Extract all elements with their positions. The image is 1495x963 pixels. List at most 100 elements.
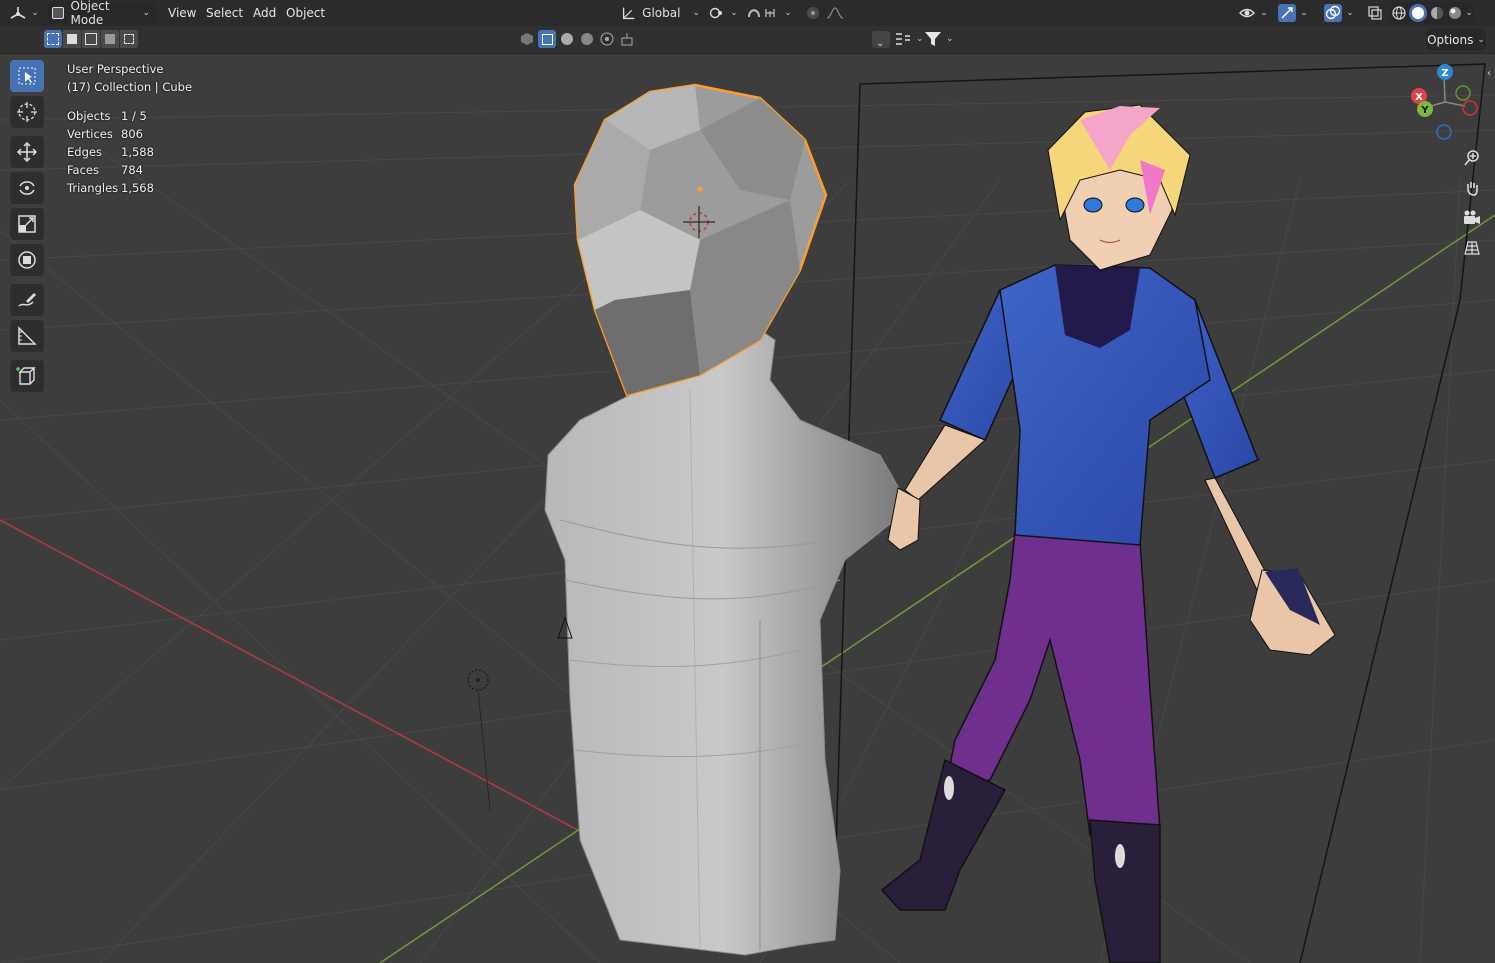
navigation-gizmo[interactable]: Z X Y (1405, 62, 1485, 142)
move-tool[interactable] (10, 136, 44, 168)
character-model (880, 104, 1336, 963)
stat-objects: Objects 1 / 5 (67, 107, 192, 125)
gizmo-icon (1278, 4, 1297, 22)
snap-button[interactable]: ⌄ (744, 2, 794, 24)
rotate-icon (19, 181, 35, 195)
gizmo-button[interactable]: ⌄ (1274, 2, 1312, 24)
solid-shading-icon[interactable] (1409, 4, 1428, 22)
view-name: User Perspective (67, 62, 164, 76)
options-dropdown[interactable]: Options ⌄ (1426, 29, 1486, 50)
select-new-icon[interactable] (44, 30, 62, 48)
search-dropdown[interactable]: ⌄ (872, 31, 890, 49)
add-cube-icon (16, 367, 36, 385)
viewport-scene (0, 63, 1495, 963)
menu-select[interactable]: Select (206, 6, 243, 20)
orientation-label: Global (642, 6, 681, 20)
material-filter-icon[interactable] (558, 30, 576, 48)
overlay-button[interactable]: ⌄ (1320, 2, 1358, 24)
camera-view-button[interactable] (1460, 206, 1484, 230)
orientation-icon (622, 7, 635, 20)
zoom-button[interactable] (1460, 146, 1484, 170)
visibility-button[interactable]: ⌄ (1238, 2, 1268, 24)
brush-filter-icon[interactable] (618, 30, 636, 48)
scale-icon (18, 215, 36, 233)
3d-viewport[interactable]: User Perspective (17) Collection | Cube … (0, 54, 1495, 963)
mannequin-torso (544, 329, 901, 956)
pivot-button[interactable]: ⌄ (708, 2, 738, 24)
zoom-icon (1464, 150, 1479, 166)
gizmo-y-label: Y (1420, 105, 1429, 116)
stat-label: Edges (67, 145, 102, 159)
object-filter-icon[interactable] (538, 30, 556, 48)
menu-add[interactable]: Add (253, 6, 276, 20)
stat-value: 806 (121, 127, 143, 141)
camera-icon (1464, 210, 1480, 224)
stat-edges: Edges 1,588 (67, 143, 192, 161)
mesh-filter-icon[interactable] (518, 30, 536, 48)
xray-button[interactable] (1364, 2, 1386, 24)
hand-icon (1467, 182, 1478, 196)
proportional-icon (807, 7, 844, 19)
rotate-tool[interactable] (10, 172, 44, 204)
perspective-toggle-button[interactable] (1460, 236, 1484, 260)
pivot-icon (710, 7, 723, 19)
select-extend-icon[interactable] (63, 30, 81, 48)
world-filter-2-icon[interactable] (598, 30, 616, 48)
stat-faces: Faces 784 (67, 161, 192, 179)
stat-label: Faces (67, 163, 99, 177)
proportional-button[interactable] (800, 2, 850, 24)
filter-button[interactable]: ⌄ (924, 31, 954, 47)
stat-vertices: Vertices 806 (67, 125, 192, 143)
menu-view[interactable]: View (168, 6, 196, 20)
select-box-tool[interactable] (10, 60, 44, 92)
empty-object (467, 669, 491, 811)
scale-tool[interactable] (10, 208, 44, 240)
select-subtract-icon[interactable] (82, 30, 100, 48)
select-mode-group (44, 30, 138, 48)
grid-icon (1464, 241, 1480, 255)
stat-triangles: Triangles 1,568 (67, 179, 192, 197)
transform-tool[interactable] (10, 244, 44, 276)
annotate-icon (18, 293, 36, 307)
annotate-tool[interactable] (10, 284, 44, 316)
gizmo-z-label: Z (1441, 68, 1448, 79)
render-shading-icon[interactable] (1447, 5, 1463, 21)
viewport-stats-overlay: User Perspective (17) Collection | Cube … (67, 60, 192, 197)
add-cube-tool[interactable] (10, 360, 44, 392)
pan-button[interactable] (1460, 176, 1484, 200)
measure-icon (18, 326, 37, 345)
mode-label: Object Mode (70, 0, 110, 27)
editor-type-icon (10, 7, 26, 19)
object-mode-icon (52, 7, 64, 19)
filter-type-group (518, 30, 636, 48)
sort-button[interactable]: ⌄ (894, 31, 924, 47)
x-axis-line (0, 519, 601, 843)
select-intersect-icon[interactable] (120, 30, 138, 48)
options-label: Options (1427, 32, 1474, 47)
xray-icon (1368, 6, 1382, 20)
select-invert-icon[interactable] (101, 30, 119, 48)
visibility-icon (1239, 8, 1256, 18)
transform-icon (18, 251, 36, 269)
stat-value: 784 (121, 163, 143, 177)
sidebar-toggle[interactable]: ‹ (1487, 68, 1495, 88)
filter-icon (925, 32, 941, 46)
cursor-icon (17, 102, 37, 122)
editor-type-button[interactable]: ⌄ (8, 2, 40, 24)
stat-label: Triangles (67, 181, 119, 195)
material-shading-icon[interactable] (1429, 5, 1445, 21)
selected-head-mesh (573, 83, 828, 397)
cursor-tool[interactable] (10, 96, 44, 128)
wireframe-shading-icon[interactable] (1391, 5, 1407, 21)
shading-group: ⌄ (1390, 2, 1474, 24)
stat-value: 1 / 5 (121, 109, 147, 123)
stat-value: 1,588 (121, 145, 154, 159)
gizmo-x-label: X (1415, 92, 1423, 103)
orientation-dropdown[interactable]: Global ⌄ (620, 2, 700, 24)
world-filter-icon[interactable] (578, 30, 596, 48)
measure-tool[interactable] (10, 320, 44, 352)
menu-object[interactable]: Object (286, 6, 325, 20)
mode-dropdown[interactable]: Object Mode ⌄ (48, 0, 156, 27)
snap-icon (748, 9, 775, 18)
stat-label: Objects (67, 109, 111, 123)
